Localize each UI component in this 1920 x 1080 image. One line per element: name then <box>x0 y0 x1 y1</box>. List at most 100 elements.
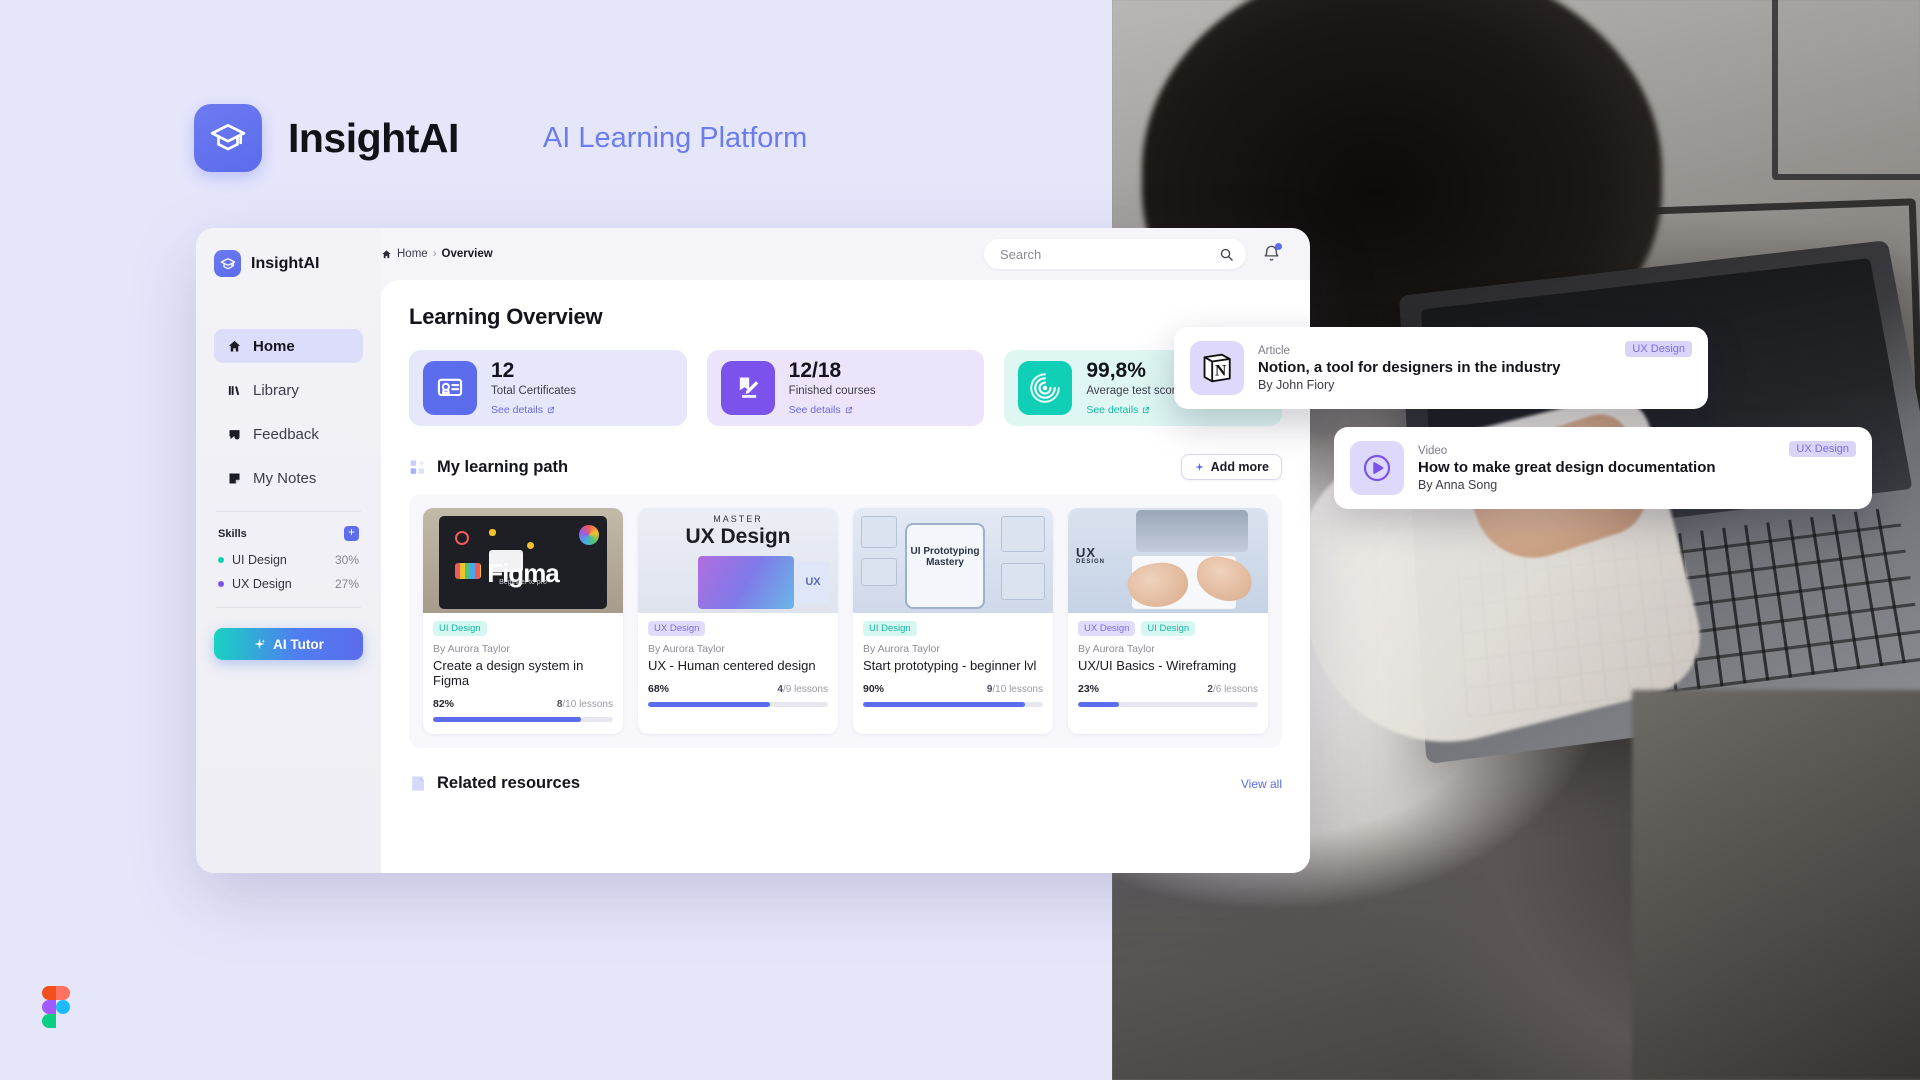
screenshot-root: InsightAI AI Learning Platform InsightAI <box>0 0 1920 1080</box>
course-percent: 68% <box>648 683 670 695</box>
course-lessons: 4/9 lessons <box>777 684 828 695</box>
add-more-button[interactable]: Add more <box>1180 454 1282 480</box>
thumb-title: UI Prototyping Mastery <box>910 545 980 569</box>
see-details-label: See details <box>788 404 841 417</box>
skill-percent: 30% <box>334 553 359 567</box>
course-progress-bar <box>1078 702 1258 707</box>
course-card[interactable]: MASTER UX Design UX UX Design By Aurora … <box>638 508 838 734</box>
thumb-badge: UX <box>796 560 830 603</box>
course-author: By Aurora Taylor <box>863 643 940 655</box>
resource-card-article[interactable]: N Article Notion, a tool for designers i… <box>1174 327 1708 409</box>
stat-card-finished-courses[interactable]: 12/18 Finished courses See details <box>706 350 985 426</box>
ai-tutor-button[interactable]: AI Tutor <box>214 628 363 660</box>
course-progress-stats: 82% 8/10 lessons <box>433 698 613 710</box>
resource-card-body: Video How to make great design documenta… <box>1418 445 1716 492</box>
home-icon <box>382 249 391 258</box>
see-details-label: See details <box>1086 404 1139 417</box>
sparkle-grid-icon <box>409 458 428 477</box>
course-tag: UX Design <box>1078 621 1136 636</box>
course-thumbnail: UX DESIGN <box>1068 508 1268 613</box>
certificate-icon <box>423 361 477 415</box>
course-tag: UI Design <box>1141 621 1196 636</box>
search-input[interactable] <box>1000 246 1219 262</box>
skill-row: UX Design 27% <box>214 577 363 591</box>
stat-card-total-certificates[interactable]: 12 Total Certificates See details <box>409 350 687 426</box>
target-icon <box>1018 361 1073 415</box>
sidebar-item-my-notes[interactable]: My Notes <box>214 461 363 495</box>
notification-badge <box>1275 243 1282 250</box>
sidebar-item-feedback[interactable]: Feedback <box>214 417 363 451</box>
skill-color-dot <box>218 557 224 563</box>
feedback-icon <box>226 426 242 442</box>
photo-window-frame-top <box>1772 0 1920 180</box>
course-title: UX - Human centered design <box>648 658 816 673</box>
see-details-link[interactable]: See details <box>491 404 576 416</box>
stat-value: 12 <box>491 358 515 382</box>
see-details-link[interactable]: See details <box>789 404 876 416</box>
note-icon <box>226 470 242 486</box>
hero-subtitle: AI Learning Platform <box>542 121 808 154</box>
page-title: Learning Overview <box>409 304 603 329</box>
sidebar-logo <box>214 250 241 277</box>
course-card[interactable]: UX DESIGN UX Design UI Design By Aurora … <box>1068 508 1268 734</box>
hero-header: InsightAI AI Learning Platform <box>194 104 807 172</box>
sidebar-item-home[interactable]: Home <box>214 329 363 363</box>
stats-row: 12 Total Certificates See details 12/18 … <box>409 350 1283 426</box>
course-title: Start prototyping - beginner lvl <box>863 658 1037 673</box>
stat-value: 99,8% <box>1086 358 1146 382</box>
course-tags: UX Design <box>648 621 828 636</box>
external-link-icon <box>1143 406 1150 414</box>
course-card-body: UI Design By Aurora Taylor Create a desi… <box>423 613 623 734</box>
dashboard-window: InsightAI Home Library Feedback My Notes… <box>196 228 1310 873</box>
home-icon <box>226 338 242 354</box>
course-thumbnail: Figma Beginner to pro <box>423 508 623 613</box>
course-progress-bar <box>648 702 828 707</box>
breadcrumb-home[interactable]: Home <box>397 248 428 260</box>
course-progress-stats: 90% 9/10 lessons <box>863 683 1043 695</box>
search-box[interactable] <box>984 239 1246 269</box>
course-tag: UX Design <box>648 621 706 636</box>
sidebar-item-library[interactable]: Library <box>214 373 363 407</box>
see-details-link[interactable]: See details <box>1086 404 1182 416</box>
resource-tag: UX Design <box>1789 441 1856 457</box>
skills-title: Skills <box>218 527 247 540</box>
learning-path-title: My learning path <box>437 457 569 476</box>
resource-author: By Anna Song <box>1418 477 1498 492</box>
thumb-subtitle: MASTER <box>713 514 763 525</box>
sparkle-icon <box>254 638 266 649</box>
content-panel: Learning Overview 12 Total Certificates … <box>381 280 1310 873</box>
sidebar-item-label: Library <box>253 381 299 399</box>
graduation-cap-icon <box>220 257 235 269</box>
view-all-link[interactable]: View all <box>1241 777 1282 791</box>
thumb-panel <box>698 556 794 609</box>
skills-header: Skills + <box>214 526 363 541</box>
related-resources-header: Related resources View all <box>409 774 1282 793</box>
notifications-button[interactable] <box>1262 243 1282 264</box>
ai-tutor-label: AI Tutor <box>273 636 324 652</box>
resource-kind: Article <box>1258 344 1290 357</box>
topbar-actions <box>984 239 1282 269</box>
breadcrumb-current: Overview <box>441 248 493 260</box>
search-icon[interactable] <box>1219 247 1234 262</box>
course-progress-bar <box>433 717 613 722</box>
course-title: Create a design system in Figma <box>433 658 584 688</box>
sidebar-brand[interactable]: InsightAI <box>214 250 363 277</box>
course-card[interactable]: Figma Beginner to pro UI Design By Auror… <box>423 508 623 734</box>
sidebar-divider-2 <box>216 607 361 608</box>
course-card[interactable]: UI Prototyping Mastery UI Design By Auro… <box>853 508 1053 734</box>
stat-label: Total Certificates <box>491 385 577 398</box>
add-more-label: Add more <box>1210 460 1269 474</box>
add-skill-button[interactable]: + <box>344 526 359 541</box>
stat-card-body: 12/18 Finished courses See details <box>788 358 876 416</box>
course-tags: UI Design <box>863 621 1043 636</box>
course-tag: UI Design <box>863 621 917 636</box>
course-percent: 82% <box>433 698 455 710</box>
play-circle-icon <box>1350 441 1404 495</box>
stat-card-body: 12 Total Certificates See details <box>491 358 577 416</box>
resource-card-video[interactable]: Video How to make great design documenta… <box>1334 427 1872 509</box>
course-thumbnail: UI Prototyping Mastery <box>853 508 1053 613</box>
sidebar-item-label: My Notes <box>253 469 317 487</box>
course-lessons: 2/6 lessons <box>1207 684 1258 695</box>
library-icon <box>226 382 242 398</box>
stat-value: 12/18 <box>788 358 842 382</box>
